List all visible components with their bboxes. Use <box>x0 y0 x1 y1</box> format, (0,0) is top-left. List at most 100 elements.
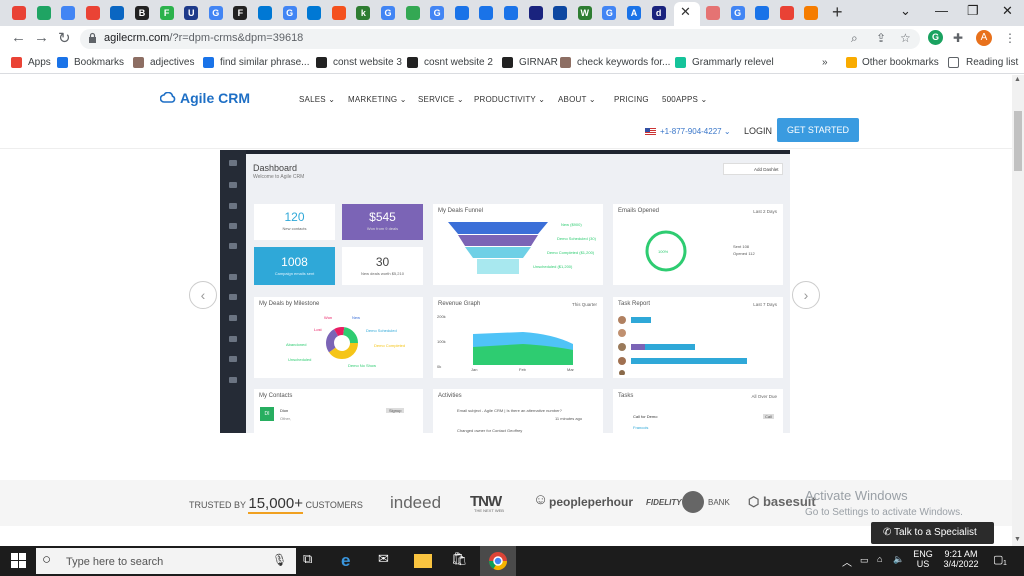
drive-icon <box>36 6 51 20</box>
scroll-down-icon[interactable]: ▼ <box>1014 536 1021 543</box>
login-link[interactable]: LOGIN <box>744 126 772 136</box>
get-started-button[interactable]: GET STARTED <box>777 118 859 142</box>
cloud-icon <box>504 6 518 20</box>
clock[interactable]: 9:21 AM 3/4/2022 <box>938 549 984 569</box>
browser-tab[interactable] <box>475 3 497 23</box>
other-bookmarks[interactable]: Other bookmarks <box>862 57 939 68</box>
browser-tab[interactable] <box>800 3 822 23</box>
zoom-icon[interactable]: ⌕ <box>851 31 858 46</box>
mail-icon[interactable]: ✉ <box>378 551 398 571</box>
restore-icon[interactable]: ❐ <box>967 3 979 19</box>
close-window-icon[interactable]: ✕ <box>1002 3 1013 19</box>
bookmark-item[interactable]: Apps <box>28 57 51 68</box>
file-explorer-icon[interactable] <box>414 554 432 568</box>
browser-tab[interactable]: B <box>131 3 153 23</box>
bookmarks-overflow-icon[interactable]: » <box>822 57 828 68</box>
browser-tab[interactable] <box>751 3 773 23</box>
star-icon[interactable]: ☆ <box>900 31 911 45</box>
browser-tab[interactable] <box>549 3 571 23</box>
carousel-next-button[interactable]: › <box>792 281 820 309</box>
agile-crm-logo[interactable]: Agile CRM <box>180 90 250 106</box>
browser-tab[interactable] <box>82 3 104 23</box>
bookmark-item[interactable]: const website 3 <box>333 57 402 68</box>
extensions-icon[interactable]: ✚ <box>953 31 963 45</box>
volume-icon[interactable]: 🔈 <box>893 554 904 565</box>
browser-tab[interactable]: W <box>574 3 596 23</box>
browser-tab[interactable]: G <box>279 3 301 23</box>
nav-item-about[interactable]: ABOUT ⌄ <box>558 95 596 104</box>
browser-tab[interactable] <box>254 3 276 23</box>
task-view-icon[interactable]: ⧉ <box>303 551 323 571</box>
nav-item-marketing[interactable]: MARKETING ⌄ <box>348 95 407 104</box>
scroll-up-icon[interactable]: ▲ <box>1014 76 1021 83</box>
browser-tab[interactable]: d <box>648 3 670 23</box>
reading-list[interactable]: Reading list <box>966 57 1018 68</box>
bookmark-item[interactable]: check keywords for... <box>577 57 670 68</box>
nav-label: ABOUT <box>558 95 587 104</box>
bookmark-item[interactable]: Bookmarks <box>74 57 124 68</box>
browser-tab[interactable] <box>57 3 79 23</box>
forward-icon[interactable]: → <box>34 29 49 46</box>
browser-tab[interactable]: G <box>598 3 620 23</box>
browser-tab[interactable]: U <box>180 3 202 23</box>
nav-item-productivity[interactable]: PRODUCTIVITY ⌄ <box>474 95 545 104</box>
bookmark-item[interactable]: GIRNAR <box>519 57 558 68</box>
notifications-icon[interactable]: ▢ <box>993 553 1003 566</box>
browser-tab[interactable]: G <box>377 3 399 23</box>
talk-to-specialist-button[interactable]: ✆ Talk to a Specialist <box>871 522 994 544</box>
scrollbar-thumb[interactable] <box>1014 111 1022 171</box>
browser-tab[interactable]: A <box>623 3 645 23</box>
card-title: Task Report <box>618 301 651 307</box>
browser-tab[interactable] <box>8 3 30 23</box>
profile-avatar[interactable]: A <box>976 30 992 46</box>
language-indicator[interactable]: ENG US <box>908 549 938 569</box>
browser-tab[interactable] <box>451 3 473 23</box>
bookmark-item[interactable]: Grammarly relevel <box>692 57 774 68</box>
battery-icon[interactable]: ▭ <box>860 555 869 566</box>
bookmark-item[interactable]: find similar phrase... <box>220 57 309 68</box>
revenue-area-chart <box>473 332 573 365</box>
chrome-taskbar-icon[interactable] <box>488 551 508 571</box>
browser-tab[interactable]: F <box>229 3 251 23</box>
browser-tab[interactable] <box>776 3 798 23</box>
bookmark-item[interactable]: adjectives <box>150 57 194 68</box>
phone-number[interactable]: +1-877-904-4227 ⌄ <box>660 127 731 136</box>
browser-tab[interactable] <box>33 3 55 23</box>
browser-tab[interactable] <box>328 3 350 23</box>
nav-item-service[interactable]: SERVICE ⌄ <box>418 95 464 104</box>
browser-tab[interactable] <box>402 3 424 23</box>
nav-item-pricing[interactable]: PRICING <box>614 95 649 104</box>
gear-icon <box>804 6 819 20</box>
tray-overflow-icon[interactable]: ︿ <box>842 554 852 569</box>
close-tab-icon[interactable]: ✕ <box>680 4 691 20</box>
bookmark-item[interactable]: cosnt website 2 <box>424 57 493 68</box>
windows-start-icon[interactable] <box>11 553 26 568</box>
browser-tab[interactable] <box>525 3 547 23</box>
emails-legend-sent: Sent 108 <box>733 244 750 249</box>
reload-icon[interactable]: ↻ <box>58 29 71 47</box>
browser-tab[interactable] <box>500 3 522 23</box>
back-icon[interactable]: ← <box>11 29 26 46</box>
browser-tab[interactable]: G <box>727 3 749 23</box>
browser-tab[interactable] <box>106 3 128 23</box>
peopleperhour-logo: peopleperhour <box>549 495 634 509</box>
store-icon[interactable]: 🛍 <box>451 551 471 571</box>
minimize-icon[interactable]: — <box>935 3 948 18</box>
browser-tab[interactable] <box>303 3 325 23</box>
browser-tab[interactable]: G <box>426 3 448 23</box>
nav-item-500apps[interactable]: 500APPS ⌄ <box>662 95 707 104</box>
grammarly-extension-icon[interactable]: G <box>928 30 943 45</box>
browser-tab[interactable] <box>702 3 724 23</box>
new-tab-button[interactable]: + <box>832 2 843 23</box>
nav-item-sales[interactable]: SALES ⌄ <box>299 95 335 104</box>
browser-tab[interactable]: F <box>156 3 178 23</box>
browser-tab[interactable]: k <box>352 3 374 23</box>
menu-icon[interactable]: ⋮ <box>1004 31 1016 45</box>
edge-icon[interactable]: e <box>341 551 361 571</box>
share-icon[interactable]: ⇪ <box>876 31 886 45</box>
network-icon[interactable]: ⌂ <box>877 554 882 564</box>
browser-tab[interactable]: G <box>205 3 227 23</box>
tab-search-icon[interactable]: ⌄ <box>900 3 911 19</box>
carousel-prev-button[interactable]: ‹ <box>189 281 217 309</box>
microphone-icon[interactable]: 🎙 <box>272 553 287 567</box>
